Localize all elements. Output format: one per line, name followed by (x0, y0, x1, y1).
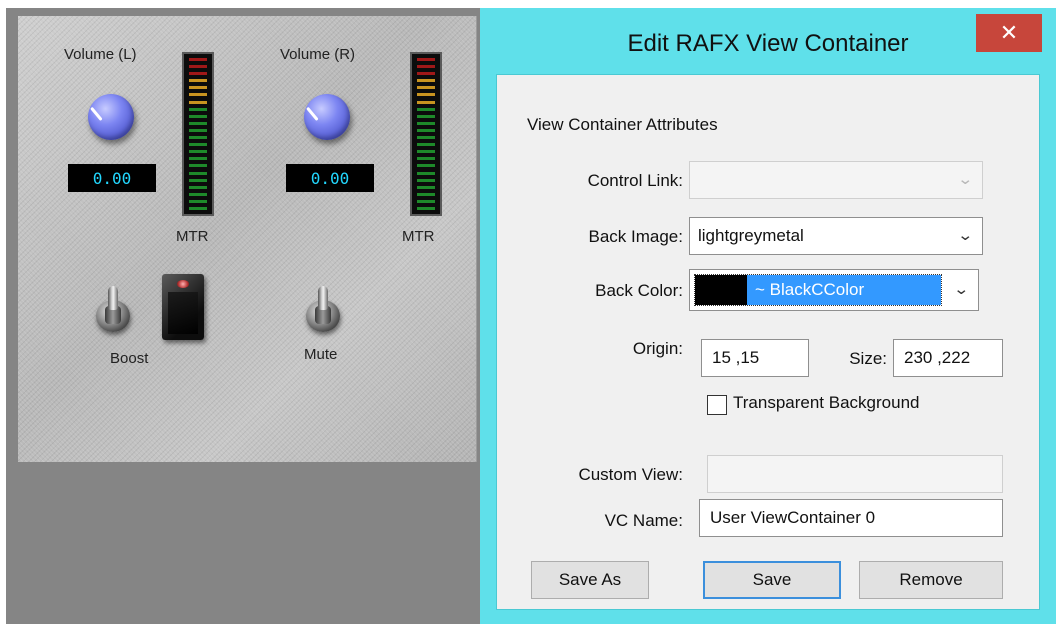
meter-segment (417, 199, 435, 203)
back-image-dropdown[interactable]: lightgreymetal ⌄ (689, 217, 983, 255)
meter-segment (189, 107, 207, 111)
mute-toggle-switch[interactable] (306, 286, 340, 334)
back-image-value: lightgreymetal (698, 226, 804, 245)
transparent-background-label: Transparent Background (733, 393, 920, 412)
meter-segment (417, 136, 435, 140)
meter-segment (189, 114, 207, 118)
meter-segment (189, 164, 207, 168)
meter-segment (417, 192, 435, 196)
meter-segment (189, 128, 207, 132)
toggle-lever (318, 286, 328, 310)
meter-segment (189, 72, 207, 76)
meter-segment (417, 150, 435, 154)
meter-segment (417, 185, 435, 189)
meter-segment (417, 79, 435, 83)
transparent-background-checkbox[interactable] (707, 395, 727, 415)
meter-segment (417, 107, 435, 111)
size-label: Size: (849, 349, 887, 368)
meter-segment (417, 143, 435, 147)
meter-segment (417, 100, 435, 104)
meter-segment (417, 114, 435, 118)
meter-segment (189, 157, 207, 161)
meter-segment (189, 206, 207, 210)
meter-segment (417, 65, 435, 69)
meter-r (410, 52, 442, 216)
save-as-button[interactable]: Save As (531, 561, 649, 599)
edit-view-container-dialog: Edit RAFX View Container ✕ View Containe… (480, 8, 1056, 624)
meter-segment (189, 150, 207, 154)
meter-segment (417, 86, 435, 90)
origin-input[interactable]: 15 ,15 (701, 339, 809, 377)
volume-r-label: Volume (R) (280, 46, 356, 63)
boost-label: Boost (110, 350, 149, 367)
knob-pointer (306, 106, 319, 121)
back-image-label: Back Image: (588, 227, 684, 246)
vc-name-label: VC Name: (604, 511, 683, 530)
meter-segment (189, 121, 207, 125)
dialog-title: Edit RAFX View Container (627, 30, 909, 57)
meter-segment (189, 65, 207, 69)
meter-l (182, 52, 214, 216)
control-link-label: Control Link: (587, 171, 683, 190)
close-icon[interactable]: ✕ (976, 14, 1042, 52)
plugin-view-container: Volume (L) 0.00 MTR Volume (R) 0.00 MTR … (18, 16, 477, 462)
meter-segment (189, 199, 207, 203)
knob-pointer (90, 106, 103, 121)
meter-segment (189, 143, 207, 147)
back-color-dropdown[interactable]: ~ BlackCColor ⌄ (689, 269, 979, 311)
meter-segment (189, 171, 207, 175)
chevron-down-icon: ⌄ (957, 227, 974, 244)
origin-label: Origin: (632, 339, 683, 358)
boost-push-button[interactable] (162, 274, 204, 340)
back-color-value: ~ BlackCColor (747, 275, 941, 305)
chevron-down-icon: ⌄ (953, 281, 970, 298)
meter-segment (189, 136, 207, 140)
back-color-selection: ~ BlackCColor (694, 274, 942, 306)
button-face (168, 292, 198, 334)
meter-segment (189, 79, 207, 83)
toggle-lever (108, 286, 118, 310)
meter-segment (189, 192, 207, 196)
meter-segment (417, 157, 435, 161)
color-swatch (695, 275, 747, 305)
led-indicator (177, 280, 189, 288)
meter-l-label: MTR (176, 228, 209, 245)
vc-name-input[interactable]: User ViewContainer 0 (699, 499, 1003, 537)
section-title: View Container Attributes (527, 115, 718, 134)
remove-button[interactable]: Remove (859, 561, 1003, 599)
dialog-body: View Container Attributes Control Link: … (496, 74, 1040, 610)
meter-segment (417, 164, 435, 168)
volume-r-knob[interactable] (304, 94, 350, 140)
meter-segment (189, 86, 207, 90)
volume-r-display: 0.00 (286, 164, 374, 192)
meter-segment (417, 58, 435, 61)
meter-segment (417, 93, 435, 97)
meter-segment (189, 185, 207, 189)
meter-r-label: MTR (402, 228, 435, 245)
volume-l-display: 0.00 (68, 164, 156, 192)
mute-label: Mute (304, 346, 338, 363)
custom-view-label: Custom View: (578, 465, 683, 484)
volume-l-label: Volume (L) (64, 46, 137, 63)
custom-view-input[interactable] (707, 455, 1003, 493)
meter-segment (189, 100, 207, 104)
meter-segment (417, 206, 435, 210)
meter-segment (417, 171, 435, 175)
save-button[interactable]: Save (703, 561, 841, 599)
size-input[interactable]: 230 ,222 (893, 339, 1003, 377)
meter-segment (189, 178, 207, 182)
meter-segment (417, 121, 435, 125)
boost-toggle-switch[interactable] (96, 286, 130, 334)
meter-segment (189, 58, 207, 61)
volume-l-knob[interactable] (88, 94, 134, 140)
chevron-down-icon: ⌄ (957, 171, 974, 188)
control-link-dropdown[interactable]: ⌄ (689, 161, 983, 199)
meter-segment (417, 128, 435, 132)
meter-segment (417, 72, 435, 76)
back-color-label: Back Color: (595, 281, 683, 300)
meter-segment (417, 178, 435, 182)
meter-segment (189, 93, 207, 97)
